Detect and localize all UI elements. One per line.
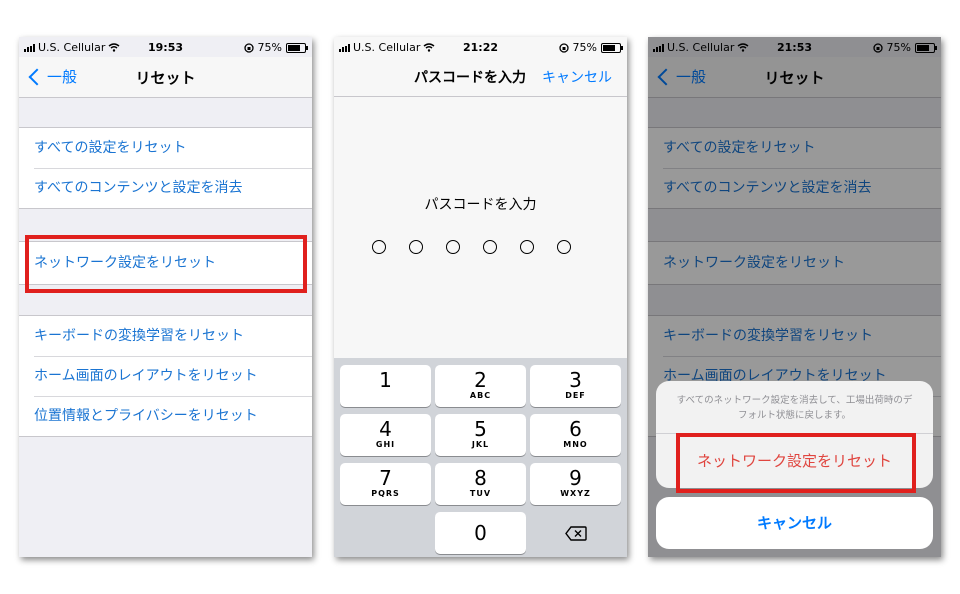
key-letters: DEF	[565, 391, 586, 400]
passcode-area: パスコードを入力 キャンセル パスコードを入力	[334, 57, 627, 358]
battery-percent: 75%	[257, 41, 282, 54]
passcode-dot	[372, 240, 386, 254]
key-digit: 9	[569, 466, 582, 490]
key-5[interactable]: 5 JKL	[435, 414, 526, 456]
key-letters: GHI	[375, 440, 396, 449]
passcode-title: パスコードを入力	[414, 70, 526, 86]
key-2[interactable]: 2 ABC	[435, 365, 526, 407]
action-sheet-cancel-button[interactable]: キャンセル	[656, 497, 933, 549]
battery-icon	[601, 42, 623, 53]
key-6[interactable]: 6 MNO	[530, 414, 621, 456]
reset-location-privacy-item[interactable]: 位置情報とプライバシーをリセット	[19, 396, 312, 436]
numeric-keypad: 1 2 ABC 3 DEF 4 GHI 5 JKL 6 MNO 7 PQRS 8 TUV 9W…	[334, 358, 627, 557]
key-letters: JKL	[471, 440, 490, 449]
highlight-box	[676, 433, 916, 493]
key-7[interactable]: 7 PQRS	[340, 463, 431, 505]
delete-backspace-icon	[564, 525, 587, 541]
passcode-dot	[446, 240, 460, 254]
key-9[interactable]: 9 WXYZ	[530, 463, 621, 505]
key-digit: 0	[474, 521, 487, 545]
divider	[334, 96, 627, 97]
delete-button[interactable]	[530, 512, 621, 554]
key-3[interactable]: 3 DEF	[530, 365, 621, 407]
rotation-lock-icon	[558, 42, 569, 53]
battery-percent: 75%	[572, 41, 597, 54]
reset-keyboard-dictionary-item[interactable]: キーボードの変換学習をリセット	[19, 316, 312, 356]
key-digit: 4	[379, 417, 392, 441]
battery-icon	[286, 42, 308, 53]
key-4[interactable]: 4 GHI	[340, 414, 431, 456]
passcode-prompt: パスコードを入力	[424, 197, 537, 213]
action-sheet-message: すべてのネットワーク設定を消去して、工場出荷時のデフォルト状態に戻します。	[676, 395, 913, 421]
key-digit: 6	[569, 417, 582, 441]
key-digit: 7	[379, 466, 392, 490]
highlight-box	[25, 235, 307, 293]
navigation-bar: 一般 リセット	[19, 57, 312, 98]
page-title: リセット	[135, 69, 196, 87]
key-digit: 3	[569, 368, 582, 392]
phone-reset-screen: U.S. Cellular 19:53 75% 一般 リセット すべての設定をリ…	[19, 37, 312, 557]
passcode-dot	[483, 240, 497, 254]
key-1[interactable]: 1	[340, 365, 431, 407]
key-letters: WXYZ	[560, 489, 591, 498]
rotation-lock-icon	[243, 42, 254, 53]
passcode-dots	[372, 240, 571, 254]
reset-group-3: キーボードの変換学習をリセット ホーム画面のレイアウトをリセット 位置情報とプラ…	[19, 315, 312, 437]
status-bar: U.S. Cellular 19:53 75%	[19, 37, 312, 57]
key-digit: 2	[474, 368, 487, 392]
key-digit: 8	[474, 466, 487, 490]
passcode-dot	[557, 240, 571, 254]
key-letters: TUV	[469, 489, 492, 498]
reset-home-layout-item[interactable]: ホーム画面のレイアウトをリセット	[19, 356, 312, 396]
cancel-button[interactable]: キャンセル	[542, 67, 612, 87]
passcode-dot	[520, 240, 534, 254]
reset-all-settings-item[interactable]: すべての設定をリセット	[19, 128, 312, 168]
key-letters: ABC	[469, 391, 492, 400]
key-letters: MNO	[563, 440, 588, 449]
key-digit: 5	[474, 417, 487, 441]
status-bar: U.S. Cellular 21:22 75%	[334, 37, 627, 57]
key-digit: 1	[379, 368, 392, 392]
reset-group-1: すべての設定をリセット すべてのコンテンツと設定を消去	[19, 127, 312, 209]
phone-passcode-screen: パスコードを入力 キャンセル パスコードを入力 U.S. Cellular 21…	[334, 37, 627, 557]
key-8[interactable]: 8 TUV	[435, 463, 526, 505]
key-letters: PQRS	[371, 489, 400, 498]
key-0[interactable]: 0	[435, 512, 526, 554]
passcode-dot	[409, 240, 423, 254]
erase-all-content-item[interactable]: すべてのコンテンツと設定を消去	[19, 168, 312, 208]
